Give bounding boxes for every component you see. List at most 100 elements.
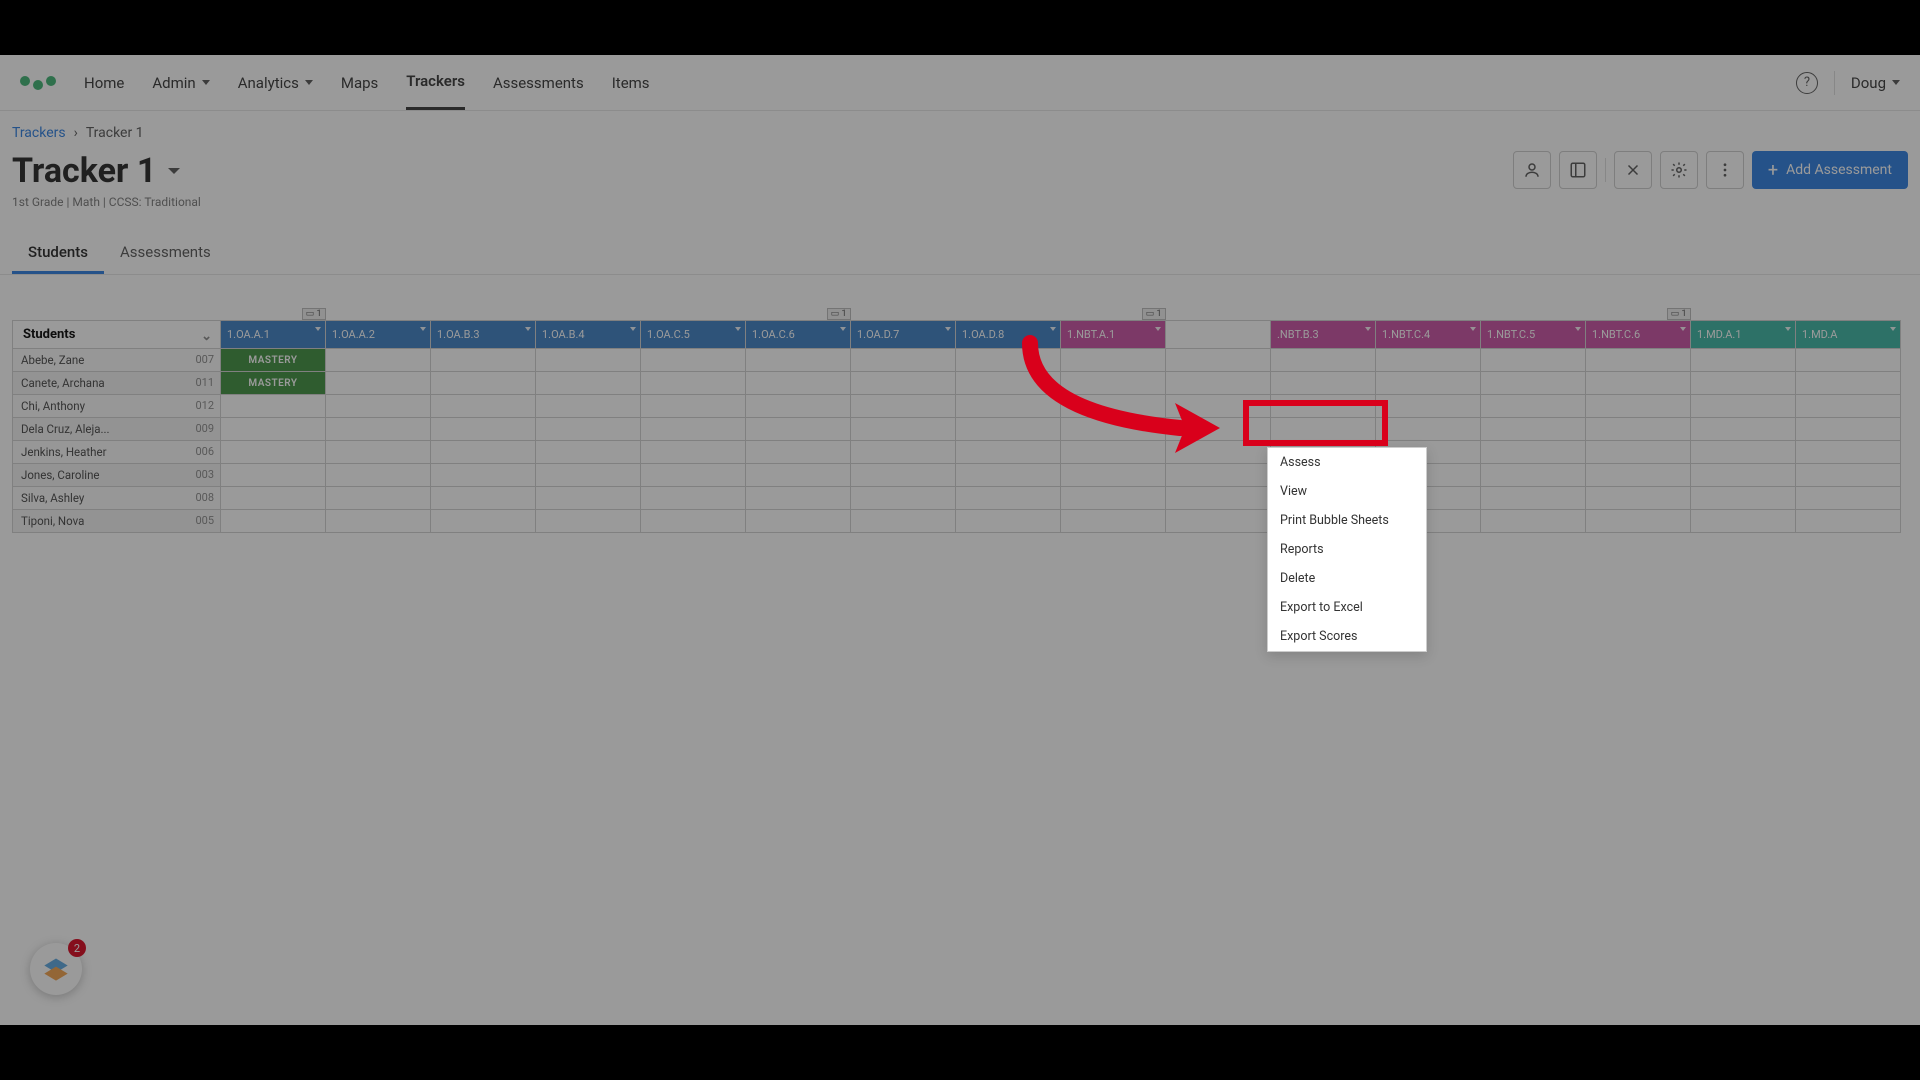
empty-cell[interactable]: [1796, 349, 1901, 372]
empty-cell[interactable]: [536, 418, 641, 441]
empty-cell[interactable]: [536, 395, 641, 418]
add-assessment-button[interactable]: +Add Assessment: [1752, 151, 1908, 189]
empty-cell[interactable]: [536, 487, 641, 510]
dropdown-item[interactable]: Reports: [1268, 535, 1426, 564]
empty-cell[interactable]: [1691, 372, 1796, 395]
empty-cell[interactable]: [1166, 510, 1271, 533]
empty-cell[interactable]: [431, 395, 536, 418]
empty-cell[interactable]: [641, 418, 746, 441]
empty-cell[interactable]: [956, 372, 1061, 395]
empty-cell[interactable]: [221, 418, 326, 441]
standard-column-header[interactable]: 1.OA.C.6: [746, 321, 851, 349]
empty-cell[interactable]: [956, 487, 1061, 510]
empty-cell[interactable]: [1586, 395, 1691, 418]
empty-cell[interactable]: [1586, 349, 1691, 372]
empty-cell[interactable]: [1166, 418, 1271, 441]
dropdown-item[interactable]: Delete: [1268, 564, 1426, 593]
student-row[interactable]: Abebe, Zane007: [13, 349, 221, 372]
student-row[interactable]: Silva, Ashley008: [13, 487, 221, 510]
empty-cell[interactable]: [1691, 349, 1796, 372]
student-row[interactable]: Tiponi, Nova005: [13, 510, 221, 533]
empty-cell[interactable]: [746, 395, 851, 418]
empty-cell[interactable]: [851, 418, 956, 441]
empty-cell[interactable]: [326, 510, 431, 533]
empty-cell[interactable]: [746, 349, 851, 372]
empty-cell[interactable]: [221, 441, 326, 464]
empty-cell[interactable]: [746, 372, 851, 395]
empty-cell[interactable]: [536, 372, 641, 395]
empty-cell[interactable]: [1376, 349, 1481, 372]
dropdown-item[interactable]: Print Bubble Sheets: [1268, 506, 1426, 535]
standard-column-header[interactable]: 1.OA.B.4: [536, 321, 641, 349]
empty-cell[interactable]: [641, 349, 746, 372]
standard-column-header[interactable]: 1.OA.A.2: [326, 321, 431, 349]
user-menu[interactable]: Doug: [1851, 57, 1900, 109]
empty-cell[interactable]: [1271, 372, 1376, 395]
empty-cell[interactable]: [641, 395, 746, 418]
empty-cell[interactable]: [851, 464, 956, 487]
standard-column-header[interactable]: 1.NBT.C.5: [1481, 321, 1586, 349]
dropdown-item[interactable]: Export to Excel: [1268, 593, 1426, 622]
nav-maps[interactable]: Maps: [341, 57, 378, 109]
empty-cell[interactable]: [641, 441, 746, 464]
empty-cell[interactable]: [956, 418, 1061, 441]
empty-cell[interactable]: [221, 464, 326, 487]
empty-cell[interactable]: [1061, 418, 1166, 441]
nav-trackers[interactable]: Trackers: [406, 55, 465, 110]
empty-cell[interactable]: [746, 464, 851, 487]
standard-column-header[interactable]: 1.MD.A.1: [1691, 321, 1796, 349]
mastery-cell[interactable]: MASTERY: [221, 372, 326, 395]
empty-cell[interactable]: [1061, 372, 1166, 395]
nav-items[interactable]: Items: [612, 57, 650, 109]
nav-assessments[interactable]: Assessments: [493, 57, 584, 109]
empty-cell[interactable]: [1586, 510, 1691, 533]
nav-analytics[interactable]: Analytics: [238, 57, 313, 109]
empty-cell[interactable]: [1586, 464, 1691, 487]
empty-cell[interactable]: [221, 395, 326, 418]
mastery-cell[interactable]: MASTERY: [221, 349, 326, 372]
empty-cell[interactable]: [641, 372, 746, 395]
empty-cell[interactable]: [956, 510, 1061, 533]
empty-cell[interactable]: [326, 464, 431, 487]
empty-cell[interactable]: [1061, 395, 1166, 418]
empty-cell[interactable]: [1796, 395, 1901, 418]
empty-cell[interactable]: [1691, 418, 1796, 441]
empty-cell[interactable]: [431, 372, 536, 395]
empty-cell[interactable]: [1586, 441, 1691, 464]
empty-cell[interactable]: [536, 464, 641, 487]
empty-cell[interactable]: [221, 510, 326, 533]
empty-cell[interactable]: [431, 510, 536, 533]
help-icon[interactable]: ?: [1796, 72, 1818, 94]
empty-cell[interactable]: [1061, 487, 1166, 510]
empty-cell[interactable]: [1691, 395, 1796, 418]
student-row[interactable]: Jones, Caroline003: [13, 464, 221, 487]
empty-cell[interactable]: [641, 510, 746, 533]
empty-cell[interactable]: [956, 395, 1061, 418]
empty-cell[interactable]: [1796, 487, 1901, 510]
empty-cell[interactable]: [221, 487, 326, 510]
empty-cell[interactable]: [1271, 418, 1376, 441]
empty-cell[interactable]: [1061, 464, 1166, 487]
empty-cell[interactable]: [1481, 418, 1586, 441]
empty-cell[interactable]: [1271, 349, 1376, 372]
empty-cell[interactable]: [1586, 418, 1691, 441]
empty-cell[interactable]: [431, 441, 536, 464]
student-view-button[interactable]: [1513, 151, 1551, 189]
standard-column-header[interactable]: 1.NBT.C.6: [1586, 321, 1691, 349]
standard-column-header[interactable]: 1.NBT.C.4: [1376, 321, 1481, 349]
empty-cell[interactable]: [641, 464, 746, 487]
empty-cell[interactable]: [431, 418, 536, 441]
empty-cell[interactable]: [956, 349, 1061, 372]
empty-cell[interactable]: [956, 441, 1061, 464]
empty-cell[interactable]: [1271, 395, 1376, 418]
empty-cell[interactable]: [956, 464, 1061, 487]
empty-cell[interactable]: [1586, 372, 1691, 395]
empty-cell[interactable]: [851, 510, 956, 533]
empty-cell[interactable]: [1061, 510, 1166, 533]
empty-cell[interactable]: [746, 510, 851, 533]
empty-cell[interactable]: [1796, 418, 1901, 441]
empty-cell[interactable]: [851, 487, 956, 510]
empty-cell[interactable]: [1061, 349, 1166, 372]
empty-cell[interactable]: [851, 349, 956, 372]
standard-column-header[interactable]: 1.OA.D.8: [956, 321, 1061, 349]
